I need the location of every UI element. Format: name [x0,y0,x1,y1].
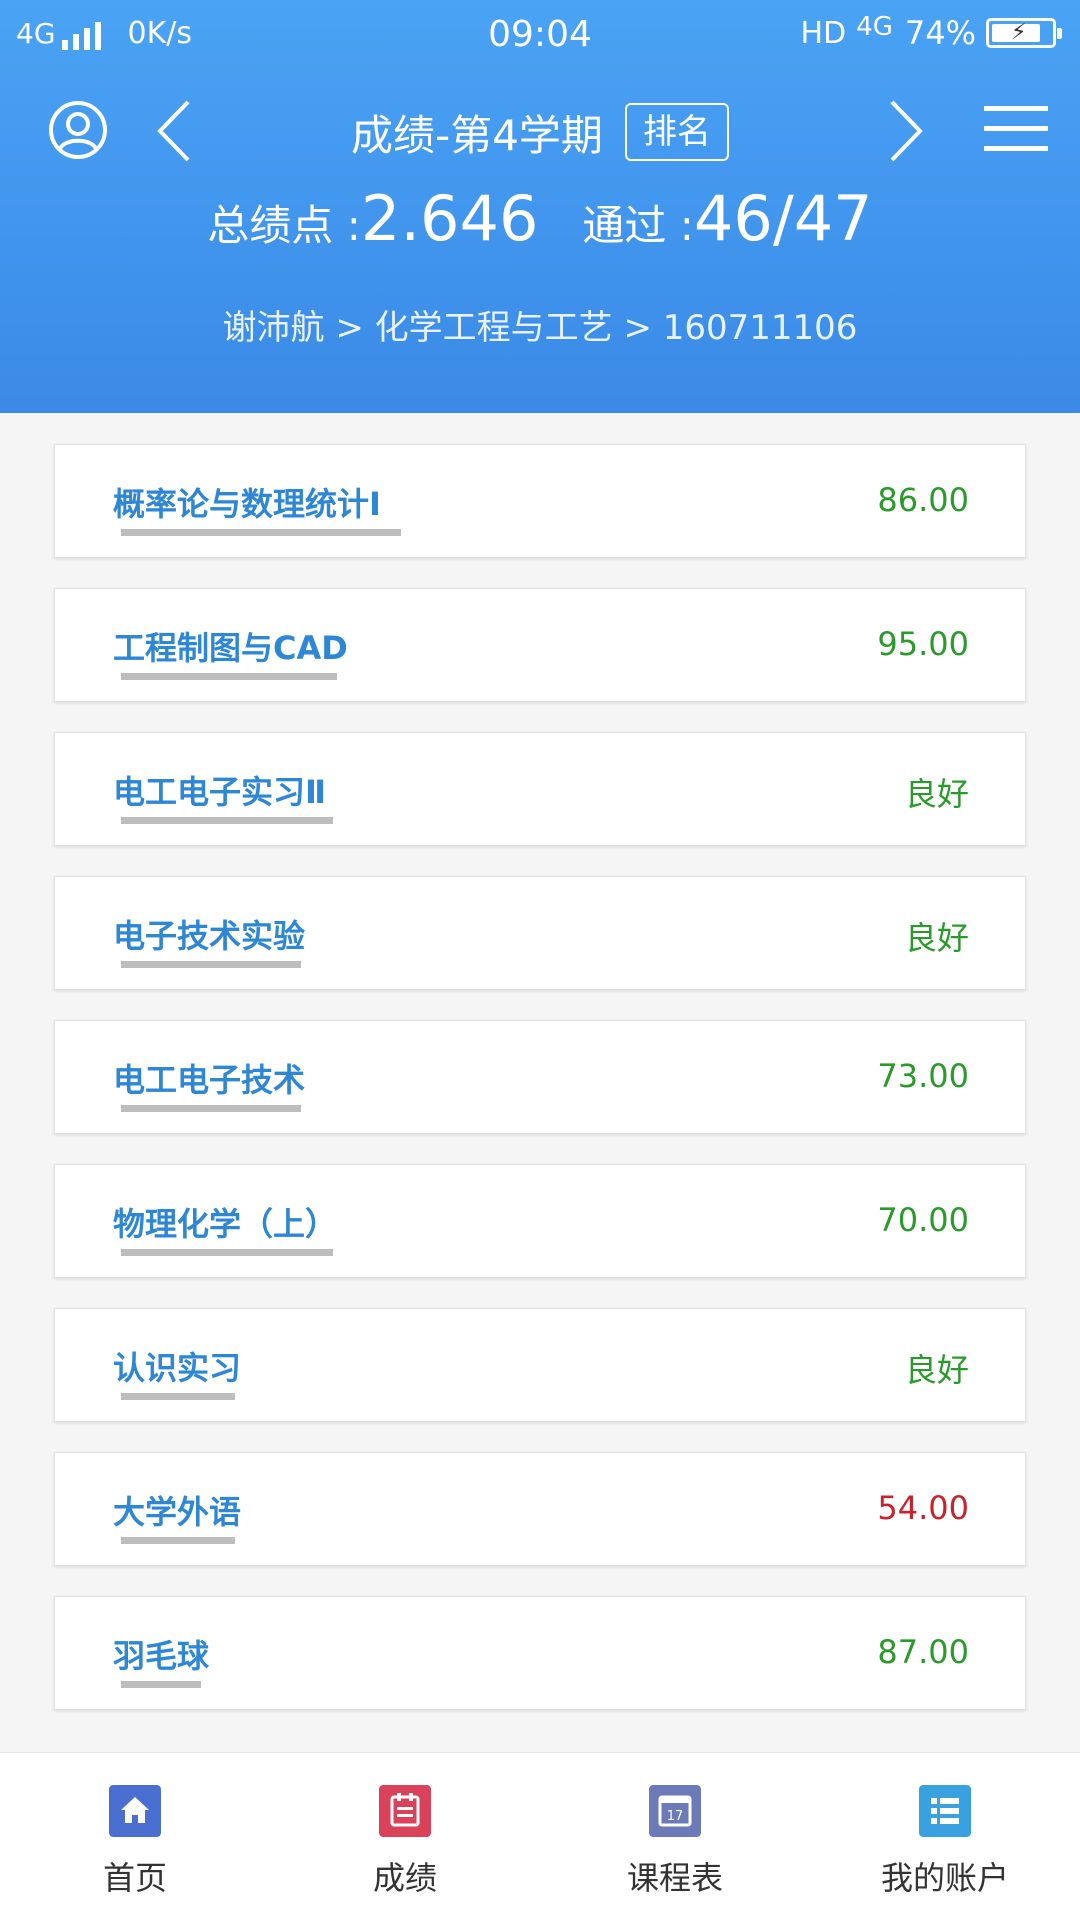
page-title: 成绩-第4学期 [351,110,603,160]
tab-timetable[interactable]: 17 课程表 [540,1753,810,1920]
course-underline [121,1681,201,1688]
course-underline [121,1105,301,1112]
course-name: 电工电子实习Ⅱ [113,773,327,811]
tab-account[interactable]: 我的账户 [810,1753,1080,1920]
course-card[interactable]: 电工电子实习Ⅱ 良好 [54,732,1026,846]
course-score: 87.00 [877,1633,969,1671]
course-name: 大学外语 [113,1493,242,1531]
battery-level: 74% [904,14,976,52]
hamburger-menu-icon[interactable] [984,104,1048,154]
account-list-icon [919,1785,971,1837]
course-card[interactable]: 工程制图与CAD 95.00 [54,588,1026,702]
tab-account-label: 我的账户 [880,1859,1009,1897]
course-score: 良好 [904,775,969,813]
course-card[interactable]: 大学外语 54.00 [54,1452,1026,1566]
gpa-value: 2.646 [360,182,539,255]
course-card[interactable]: 电子技术实验 良好 [54,876,1026,990]
chevron-right-icon[interactable] [880,96,930,166]
battery-icon: ⚡ [986,18,1062,48]
breadcrumb: 谢沛航 > 化学工程与工艺 > 160711106 [222,308,858,348]
course-name: 物理化学（上） [113,1205,338,1243]
hd-indicator: HD [800,15,847,51]
rank-button[interactable]: 排名 [624,103,729,161]
course-name: 工程制图与CAD [113,629,348,667]
course-card[interactable]: 羽毛球 87.00 [54,1596,1026,1710]
course-card[interactable]: 概率论与数理统计Ⅰ 86.00 [54,444,1026,558]
course-name: 概率论与数理统计Ⅰ [113,485,381,523]
course-underline [121,817,333,824]
tab-home[interactable]: 首页 [0,1753,270,1920]
tab-scores-label: 成绩 [372,1859,437,1897]
course-name: 电工电子技术 [113,1061,306,1099]
course-score: 70.00 [877,1201,969,1239]
course-underline [121,529,401,536]
course-underline [121,1537,235,1544]
gpa-summary: 总绩点 : 2.646 通过 : 46/47 [0,182,1080,255]
course-underline [121,673,337,680]
course-card[interactable]: 认识实习 良好 [54,1308,1026,1422]
course-score: 54.00 [877,1489,969,1527]
bottom-tab-bar: 首页 成绩 17 课程表 我的账户 [0,1752,1080,1920]
course-score: 良好 [904,919,969,957]
network-type-right: 4G [856,12,893,42]
course-score: 95.00 [877,625,969,663]
course-name: 认识实习 [113,1349,242,1387]
status-bar: 4G 0K/s 09:04 HD 4G 74% ⚡ [0,0,1080,72]
course-underline [121,1393,235,1400]
course-score: 73.00 [877,1057,969,1095]
pass-label: 通过 : [582,201,694,250]
course-score: 86.00 [877,481,969,519]
tab-scores[interactable]: 成绩 [270,1753,540,1920]
tab-timetable-label: 课程表 [626,1859,723,1897]
course-score: 良好 [904,1351,969,1389]
tab-home-label: 首页 [102,1859,167,1897]
scores-notebook-icon [379,1785,431,1837]
course-list: 概率论与数理统计Ⅰ 86.00 工程制图与CAD 95.00 电工电子实习Ⅱ 良… [54,444,1026,1740]
course-card[interactable]: 电工电子技术 73.00 [54,1020,1026,1134]
course-underline [121,961,301,968]
course-name: 电子技术实验 [113,917,306,955]
svg-text:17: 17 [667,1809,684,1824]
gpa-label: 总绩点 : [207,201,361,250]
course-card[interactable]: 物理化学（上） 70.00 [54,1164,1026,1278]
course-name: 羽毛球 [113,1637,210,1675]
calendar-icon: 17 [649,1785,701,1837]
header: 4G 0K/s 09:04 HD 4G 74% ⚡ 成绩-第4学期 排名 总绩点… [0,0,1080,413]
pass-value: 46/47 [693,182,873,255]
course-underline [121,1249,333,1256]
home-icon [109,1785,161,1837]
